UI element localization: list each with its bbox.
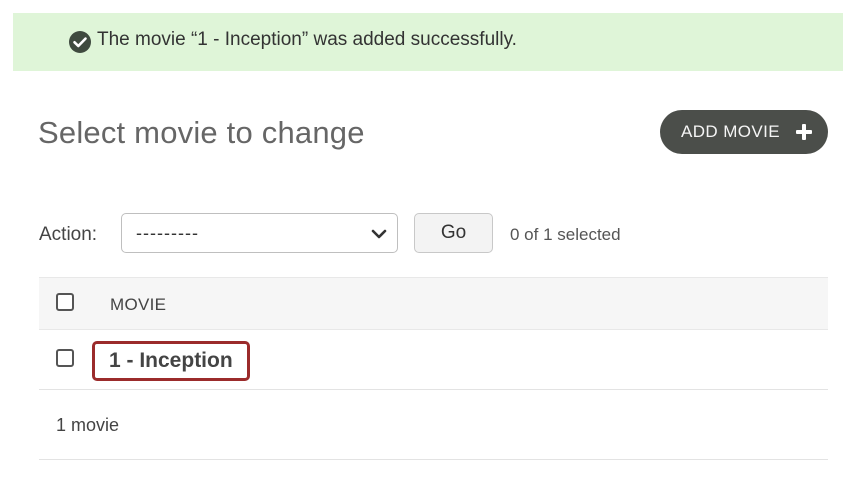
movie-link[interactable]: 1 - Inception	[92, 341, 250, 381]
add-movie-button[interactable]: ADD MOVIE	[660, 110, 828, 154]
action-label: Action:	[39, 224, 98, 245]
action-select-value: ---------	[136, 223, 199, 243]
table-row: 1 - Inception	[39, 330, 828, 390]
success-message-banner: The movie “1 - Inception” was added succ…	[13, 13, 843, 71]
action-select[interactable]: ---------	[121, 213, 398, 253]
go-button[interactable]: Go	[414, 213, 493, 253]
row-checkbox[interactable]	[56, 349, 74, 367]
column-header-movie[interactable]: MOVIE	[110, 295, 166, 315]
success-message-text: The movie “1 - Inception” was added succ…	[97, 29, 517, 50]
page-title: Select movie to change	[38, 115, 365, 150]
plus-icon	[796, 124, 812, 140]
select-all-checkbox[interactable]	[56, 293, 74, 311]
paginator: 1 movie	[39, 390, 828, 460]
chevron-down-icon	[371, 229, 387, 239]
selected-count: 0 of 1 selected	[510, 225, 621, 244]
add-movie-button-label: ADD MOVIE	[681, 122, 781, 141]
check-circle-icon	[69, 31, 91, 53]
result-count: 1 movie	[56, 415, 120, 435]
table-header: MOVIE	[39, 277, 828, 330]
